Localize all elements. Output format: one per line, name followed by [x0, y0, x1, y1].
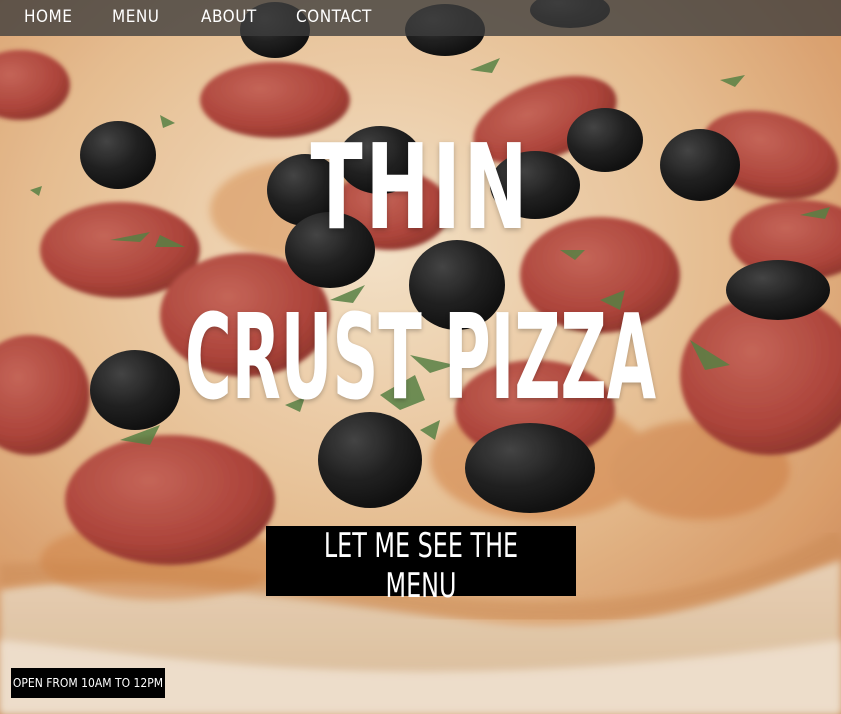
opening-hours-badge: Open from 10am to 12pm: [11, 668, 165, 698]
nav-link-home[interactable]: HOME: [24, 7, 72, 27]
nav-link-about[interactable]: ABOUT: [201, 7, 257, 27]
nav-link-contact[interactable]: CONTACT: [296, 7, 372, 27]
hero-title-line-1: THIN: [310, 118, 531, 256]
hero-title-line-2: CRUST PIZZA: [184, 288, 657, 426]
view-menu-button[interactable]: Let me see the menu: [266, 526, 576, 606]
nav-link-menu[interactable]: MENU: [112, 7, 160, 27]
hero-section: HOME MENU ABOUT CONTACT THIN CRUST PIZZA…: [0, 0, 841, 714]
hero-title: THIN CRUST PIZZA: [0, 128, 841, 416]
top-navbar: HOME MENU ABOUT CONTACT: [0, 0, 841, 36]
view-menu-button-label: Let me see the menu: [323, 526, 519, 606]
